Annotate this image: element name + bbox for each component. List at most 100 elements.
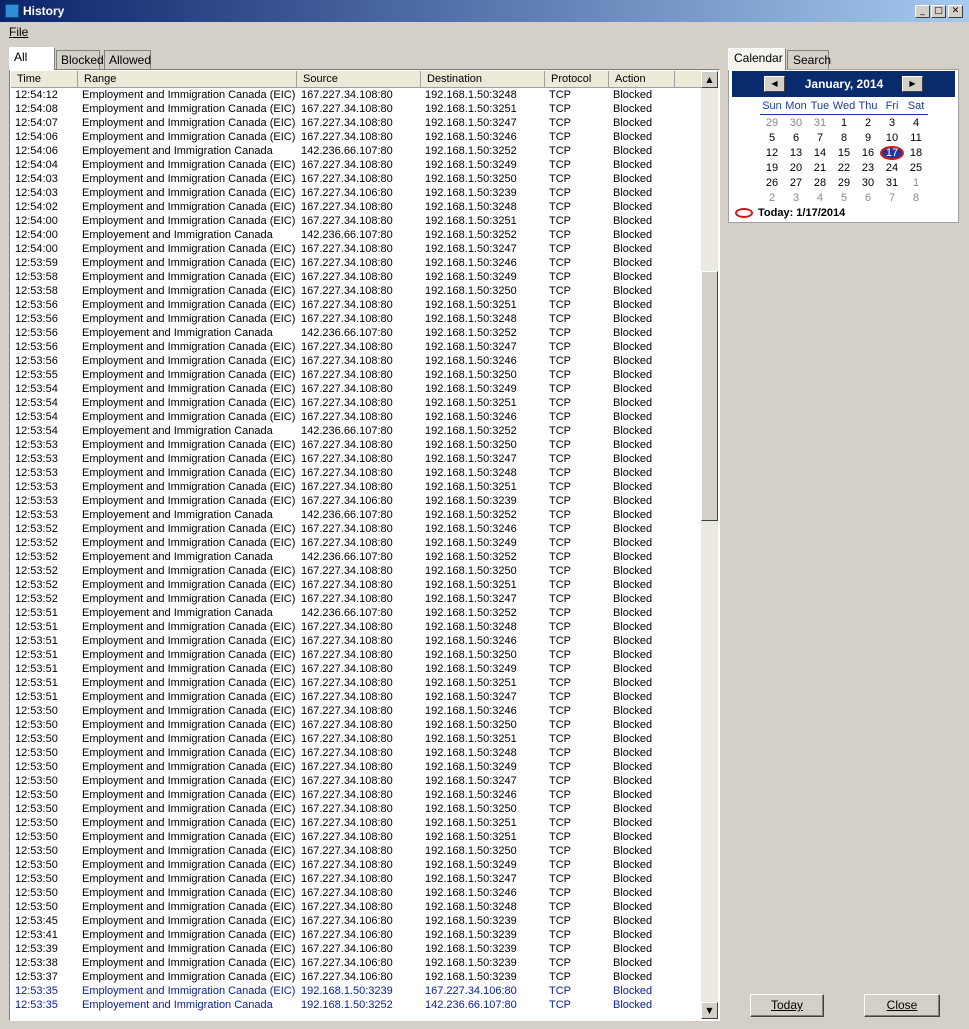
calendar-day[interactable]: 4 (808, 191, 832, 206)
calendar-day[interactable]: 1 (832, 116, 856, 131)
table-row[interactable]: 12:53:52 Employement and Immigration Cana… (11, 550, 701, 564)
table-row[interactable]: 12:53:50 Employment and Immigration Canad… (11, 858, 701, 872)
table-row[interactable]: 12:53:51 Employment and Immigration Canad… (11, 648, 701, 662)
calendar-day[interactable]: 24 (880, 161, 904, 176)
menu-file[interactable]: File (9, 25, 28, 39)
calendar-day[interactable]: 1 (904, 176, 928, 191)
table-row[interactable]: 12:53:50 Employment and Immigration Canad… (11, 886, 701, 900)
calendar-day[interactable]: 5 (832, 191, 856, 206)
table-row[interactable]: 12:53:37 Employment and Immigration Canad… (11, 970, 701, 984)
table-row[interactable]: 12:53:50 Employment and Immigration Canad… (11, 732, 701, 746)
close-button[interactable]: Close (864, 994, 940, 1017)
scroll-thumb[interactable] (701, 271, 718, 521)
table-row[interactable]: 12:53:54 Employement and Immigration Cana… (11, 424, 701, 438)
table-row[interactable]: 12:53:50 Employment and Immigration Canad… (11, 900, 701, 914)
calendar-day[interactable]: 3 (880, 116, 904, 131)
table-row[interactable]: 12:53:50 Employment and Immigration Canad… (11, 802, 701, 816)
calendar-day[interactable]: 6 (856, 191, 880, 206)
column-header-source[interactable]: Source (297, 71, 421, 87)
tab-all[interactable]: All (9, 47, 55, 70)
table-row[interactable]: 12:53:56 Employment and Immigration Canad… (11, 312, 701, 326)
calendar-day[interactable]: 3 (784, 191, 808, 206)
calendar-day[interactable]: 4 (904, 116, 928, 131)
column-header-action[interactable]: Action (609, 71, 675, 87)
calendar-day[interactable]: 22 (832, 161, 856, 176)
calendar-day[interactable]: 31 (808, 116, 832, 131)
table-row[interactable]: 12:54:00 Employment and Immigration Canad… (11, 242, 701, 256)
calendar-day[interactable]: 25 (904, 161, 928, 176)
calendar-day[interactable]: 16 (856, 146, 880, 161)
calendar-day[interactable]: 15 (832, 146, 856, 161)
calendar-day[interactable]: 20 (784, 161, 808, 176)
table-row[interactable]: 12:53:51 Employment and Immigration Canad… (11, 634, 701, 648)
table-row[interactable]: 12:54:02 Employment and Immigration Canad… (11, 200, 701, 214)
table-row[interactable]: 12:53:52 Employment and Immigration Canad… (11, 592, 701, 606)
calendar-day[interactable]: 9 (856, 131, 880, 146)
table-row[interactable]: 12:53:58 Employment and Immigration Canad… (11, 284, 701, 298)
calendar-day[interactable]: 21 (808, 161, 832, 176)
table-row[interactable]: 12:53:56 Employment and Immigration Canad… (11, 354, 701, 368)
next-month-button[interactable]: ▶ (902, 76, 923, 92)
table-row[interactable]: 12:54:08 Employment and Immigration Canad… (11, 102, 701, 116)
scroll-down-button[interactable]: ▼ (701, 1002, 718, 1019)
table-row[interactable]: 12:53:50 Employment and Immigration Canad… (11, 816, 701, 830)
table-row[interactable]: 12:53:54 Employment and Immigration Canad… (11, 382, 701, 396)
table-row[interactable]: 12:54:00 Employement and Immigration Cana… (11, 228, 701, 242)
table-row[interactable]: 12:53:50 Employment and Immigration Canad… (11, 774, 701, 788)
table-row[interactable]: 12:53:52 Employment and Immigration Canad… (11, 522, 701, 536)
calendar-day[interactable]: 28 (808, 176, 832, 191)
table-row[interactable]: 12:53:45 Employment and Immigration Canad… (11, 914, 701, 928)
minimize-button[interactable]: _ (915, 5, 930, 18)
tab-blocked[interactable]: Blocked (56, 50, 104, 69)
table-row[interactable]: 12:53:50 Employment and Immigration Canad… (11, 718, 701, 732)
table-row[interactable]: 12:53:54 Employment and Immigration Canad… (11, 396, 701, 410)
table-row[interactable]: 12:54:06 Employement and Immigration Cana… (11, 144, 701, 158)
table-row[interactable]: 12:53:51 Employment and Immigration Canad… (11, 676, 701, 690)
table-row[interactable]: 12:53:52 Employment and Immigration Canad… (11, 578, 701, 592)
calendar-day[interactable]: 7 (808, 131, 832, 146)
table-row[interactable]: 12:53:53 Employement and Immigration Cana… (11, 508, 701, 522)
table-row[interactable]: 12:54:03 Employment and Immigration Canad… (11, 172, 701, 186)
table-row[interactable]: 12:53:38 Employment and Immigration Canad… (11, 956, 701, 970)
table-row[interactable]: 12:54:00 Employment and Immigration Canad… (11, 214, 701, 228)
column-header-destination[interactable]: Destination (421, 71, 545, 87)
table-row[interactable]: 12:53:52 Employment and Immigration Canad… (11, 564, 701, 578)
table-row[interactable]: 12:54:06 Employment and Immigration Canad… (11, 130, 701, 144)
calendar-day[interactable]: 6 (784, 131, 808, 146)
column-header-time[interactable]: Time (11, 71, 78, 87)
table-row[interactable]: 12:53:50 Employment and Immigration Canad… (11, 760, 701, 774)
table-row[interactable]: 12:53:53 Employment and Immigration Canad… (11, 438, 701, 452)
table-row[interactable]: 12:53:50 Employment and Immigration Canad… (11, 844, 701, 858)
table-row[interactable]: 12:54:04 Employment and Immigration Canad… (11, 158, 701, 172)
calendar-day[interactable]: 30 (856, 176, 880, 191)
calendar-day[interactable]: 10 (880, 131, 904, 146)
calendar-day[interactable]: 26 (760, 176, 784, 191)
table-row[interactable]: 12:53:50 Employment and Immigration Canad… (11, 746, 701, 760)
table-row[interactable]: 12:53:53 Employment and Immigration Canad… (11, 452, 701, 466)
table-row[interactable]: 12:54:12 Employment and Immigration Canad… (11, 88, 701, 102)
calendar-day[interactable]: 18 (904, 146, 928, 161)
calendar-day[interactable]: 7 (880, 191, 904, 206)
tab-search[interactable]: Search (787, 50, 831, 70)
today-button[interactable]: Today (750, 994, 824, 1017)
table-row[interactable]: 12:53:50 Employment and Immigration Canad… (11, 788, 701, 802)
table-row[interactable]: 12:53:52 Employment and Immigration Canad… (11, 536, 701, 550)
table-row[interactable]: 12:53:51 Employement and Immigration Cana… (11, 606, 701, 620)
table-row[interactable]: 12:53:53 Employment and Immigration Canad… (11, 480, 701, 494)
table-row[interactable]: 12:53:39 Employment and Immigration Canad… (11, 942, 701, 956)
table-row[interactable]: 12:53:54 Employment and Immigration Canad… (11, 410, 701, 424)
table-row[interactable]: 12:53:35 Employement and Immigration Cana… (11, 998, 701, 1012)
tab-calendar[interactable]: Calendar (728, 48, 786, 70)
table-row[interactable]: 12:53:41 Employment and Immigration Canad… (11, 928, 701, 942)
calendar-day[interactable]: 8 (832, 131, 856, 146)
column-header-protocol[interactable]: Protocol (545, 71, 609, 87)
close-window-button[interactable]: ✕ (948, 5, 963, 18)
table-row[interactable]: 12:53:56 Employment and Immigration Canad… (11, 340, 701, 354)
calendar-day[interactable]: 29 (760, 116, 784, 131)
table-row[interactable]: 12:53:50 Employment and Immigration Canad… (11, 872, 701, 886)
tab-allowed[interactable]: Allowed (104, 50, 151, 69)
table-row[interactable]: 12:54:03 Employment and Immigration Canad… (11, 186, 701, 200)
table-row[interactable]: 12:54:07 Employment and Immigration Canad… (11, 116, 701, 130)
scroll-up-button[interactable]: ▲ (701, 71, 718, 88)
table-row[interactable]: 12:53:53 Employment and Immigration Canad… (11, 466, 701, 480)
